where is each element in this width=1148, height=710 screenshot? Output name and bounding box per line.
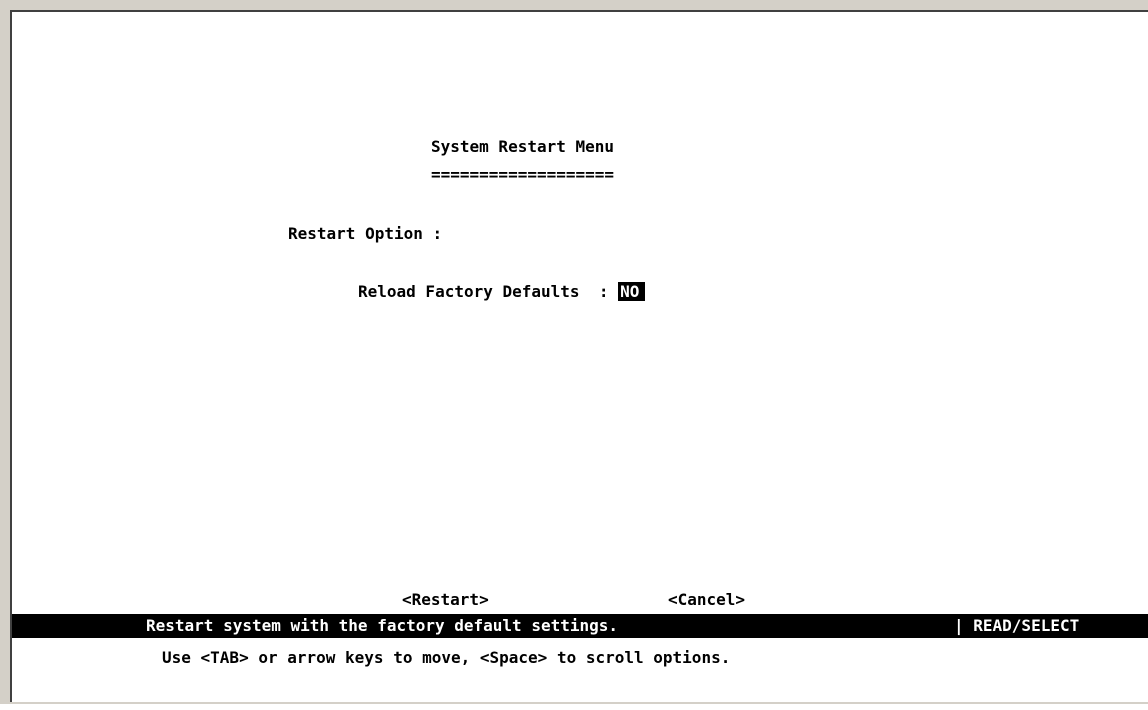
terminal-window: System Restart Menu =================== …: [0, 0, 1148, 704]
status-bar: Restart system with the factory default …: [12, 614, 1148, 638]
status-description: Restart system with the factory default …: [146, 616, 619, 635]
terminal-screen: System Restart Menu =================== …: [10, 10, 1148, 702]
cancel-button[interactable]: <Cancel>: [668, 590, 745, 610]
menu-title: System Restart Menu: [431, 137, 615, 156]
reload-factory-defaults-value[interactable]: NO: [618, 282, 646, 301]
reload-factory-defaults-row: Reload Factory Defaults : NO: [358, 282, 646, 302]
menu-title-underline: ===================: [431, 165, 615, 184]
restart-button[interactable]: <Restart>: [402, 590, 489, 610]
restart-option-label: Restart Option :: [288, 224, 443, 243]
status-mode: | READ/SELECT: [954, 616, 1080, 635]
reload-factory-defaults-label: Reload Factory Defaults :: [358, 282, 619, 301]
help-text: Use <TAB> or arrow keys to move, <Space>…: [162, 648, 731, 667]
